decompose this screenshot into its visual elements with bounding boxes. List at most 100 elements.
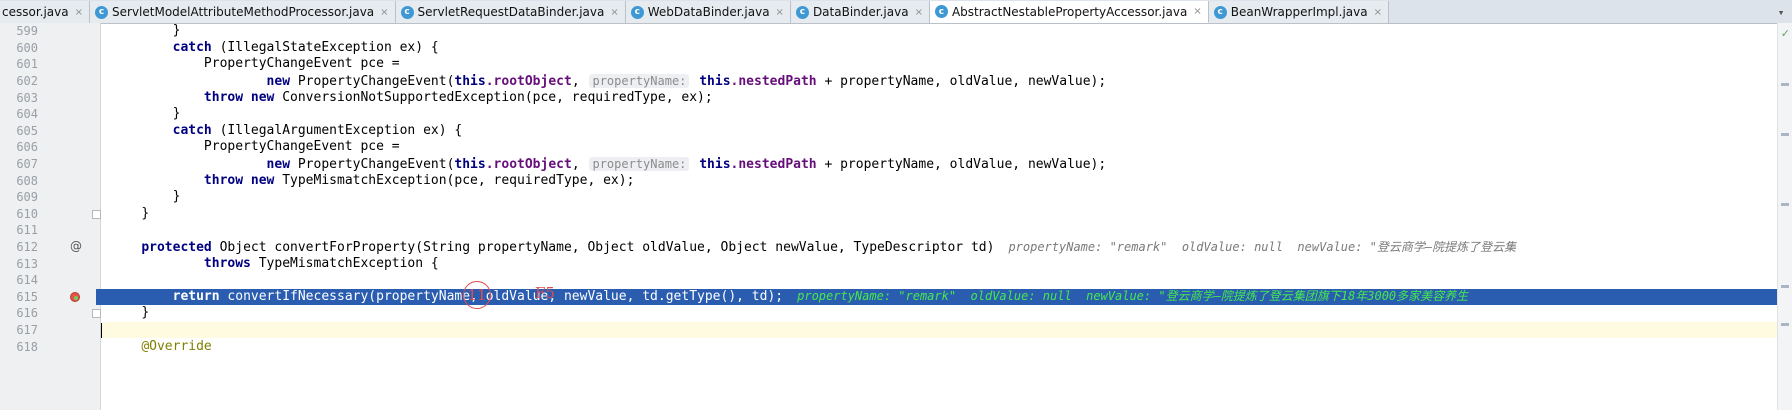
code-line: 605 catch (IllegalArgumentException ex) … [0,123,1792,140]
close-icon[interactable]: × [610,7,618,18]
code-text: } [172,23,181,39]
error-stripe-mark[interactable] [1781,203,1789,206]
code-editor[interactable]: 599 } 600 catch (IllegalStateException e… [0,23,1792,410]
editor-tab-bar: cessor.java × c ServletModelAttributeMet… [0,0,1792,24]
line-number: 610 [16,206,38,221]
code-line: 603 throw new ConversionNotSupportedExce… [0,89,1792,106]
java-class-icon: c [1213,5,1227,19]
code-text: new PropertyChangeEvent(this.rootObject,… [266,73,1107,89]
error-stripe-mark[interactable] [1781,133,1789,136]
line-number: 599 [16,24,38,39]
line-number: 617 [16,323,38,338]
parameter-hint: propertyName: [589,73,690,88]
tab-servlet-request-data-binder[interactable]: c ServletRequestDataBinder.java × [395,1,626,23]
code-line: 607 new PropertyChangeEvent(this.rootObj… [0,156,1792,173]
line-number: 611 [16,223,38,238]
step-key-annotation: F5 [535,284,555,302]
code-line: 602 new PropertyChangeEvent(this.rootObj… [0,73,1792,90]
editor-scrollbar[interactable]: ✓ [1777,23,1792,410]
text-caret [101,322,102,338]
code-text: throw new TypeMismatchException(pce, req… [203,172,635,188]
line-number: 612 [16,240,38,255]
code-text: PropertyChangeEvent pce = [203,56,400,72]
code-text: new PropertyChangeEvent(this.rootObject,… [266,156,1107,172]
code-text: return convertIfNecessary(propertyName, … [172,289,1469,305]
code-line: 611 [0,222,1792,239]
line-number: 608 [16,173,38,188]
code-text: catch (IllegalArgumentException ex) { [172,122,463,138]
tab-label: ServletRequestDataBinder.java [417,5,605,19]
line-number: 605 [16,123,38,138]
code-text: } [141,305,150,321]
java-class-icon: c [95,5,109,19]
line-number: 613 [16,256,38,271]
close-icon[interactable]: × [1193,6,1201,17]
tab-cessor[interactable]: cessor.java × [0,1,91,23]
parameter-hint: propertyName: [589,156,690,171]
tab-label: AbstractNestablePropertyAccessor.java [951,4,1188,19]
line-number: 614 [16,273,38,288]
line-number: 606 [16,140,38,155]
java-class-icon: c [400,5,414,19]
inspection-ok-icon: ✓ [1780,27,1790,40]
code-text: PropertyChangeEvent pce = [203,139,400,155]
code-line: 599 } [0,23,1792,40]
code-line: 609 } [0,189,1792,206]
step-number-annotation: 11 [463,281,491,309]
overriding-method-icon[interactable]: @ [70,239,82,253]
line-number: 601 [16,57,38,72]
gutter-line: 617 [0,322,100,339]
close-icon[interactable]: × [380,7,388,18]
tab-bean-wrapper-impl[interactable]: c BeanWrapperImpl.java × [1208,1,1389,23]
line-number: 609 [16,190,38,205]
code-line: 606 PropertyChangeEvent pce = [0,139,1792,156]
tab-overflow-icon[interactable]: ▾ [1770,1,1792,23]
code-text: throws TypeMismatchException { [203,255,439,271]
code-text: } [141,205,150,221]
code-line: 601 PropertyChangeEvent pce = [0,56,1792,73]
code-line: 610 } [0,206,1792,223]
code-text: protected Object convertForProperty(Stri… [141,239,1517,255]
java-class-icon: c [795,5,809,19]
tab-abstract-nestable-property-accessor[interactable]: c AbstractNestablePropertyAccessor.java … [929,1,1209,23]
code-text: @Override [141,338,212,354]
code-line: 604 } [0,106,1792,123]
code-line: 614 [0,272,1792,289]
line-number: 600 [16,40,38,55]
tab-label: WebDataBinder.java [647,5,770,19]
inline-debug-values: propertyName: "remark" oldValue: null ne… [797,289,1469,304]
code-line: 616 } [0,305,1792,322]
tab-data-binder[interactable]: c DataBinder.java × [790,1,930,23]
close-icon[interactable]: × [1374,7,1382,18]
error-stripe-mark[interactable] [1781,83,1789,86]
code-line: 608 throw new TypeMismatchException(pce,… [0,172,1792,189]
error-stripe-mark[interactable] [1781,323,1789,326]
line-number: 618 [16,339,38,354]
java-class-icon: c [934,5,948,18]
close-icon[interactable]: × [915,7,923,18]
fold-icon[interactable] [92,210,101,219]
close-icon[interactable]: × [776,7,784,18]
gutter-line: 615 [0,289,96,306]
line-number: 615 [16,289,38,304]
caret-line [101,321,1778,339]
error-stripe-mark[interactable] [1781,285,1789,288]
tab-web-data-binder[interactable]: c WebDataBinder.java × [625,1,791,23]
fold-icon[interactable] [92,309,101,318]
breakpoint-icon[interactable] [70,291,80,302]
tab-label: ServletModelAttributeMethodProcessor.jav… [112,5,375,19]
code-text: } [172,106,181,122]
close-icon[interactable]: × [75,7,83,18]
line-number: 607 [16,157,38,172]
tab-label: DataBinder.java [812,5,909,19]
tab-servlet-model-attribute-method-processor[interactable]: c ServletModelAttributeMethodProcessor.j… [90,1,396,23]
tab-label: cessor.java [2,5,69,19]
code-text: } [172,189,181,205]
line-number: 616 [16,306,38,321]
current-execution-line: return convertIfNecessary(propertyName, … [96,288,1778,306]
code-line: 613 throws TypeMismatchException { [0,255,1792,272]
inline-debug-values: propertyName: "remark" oldValue: null ne… [1008,239,1517,254]
code-text: catch (IllegalStateException ex) { [172,39,439,55]
code-text: throw new ConversionNotSupportedExceptio… [203,89,713,105]
code-line: 600 catch (IllegalStateException ex) { [0,40,1792,57]
